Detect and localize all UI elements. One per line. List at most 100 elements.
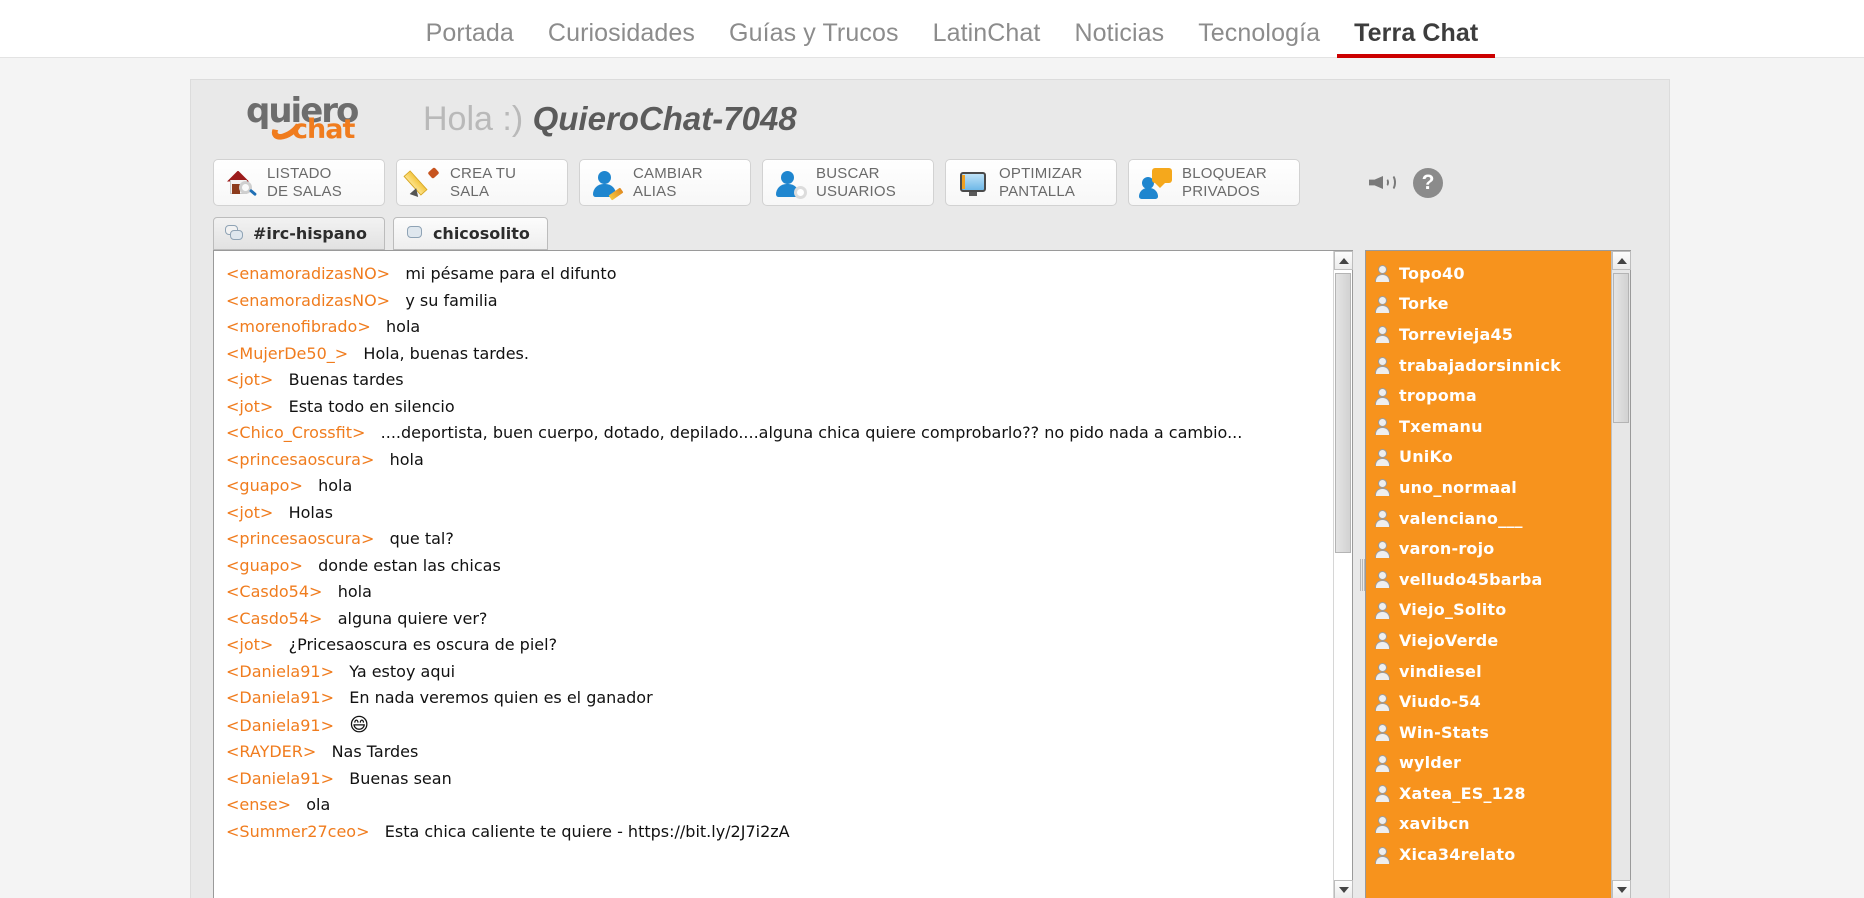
chat-message-nick[interactable]: <morenofibrado>: [226, 317, 371, 336]
user-avatar-icon: [1374, 295, 1391, 313]
nav-item-portada[interactable]: Portada: [409, 21, 531, 58]
user-avatar-icon: [1374, 325, 1391, 344]
user-avatar-icon: [1374, 356, 1391, 375]
user-name: Xatea_ES_128: [1399, 783, 1526, 803]
toolbar-button-listado[interactable]: LISTADO DE SALAS: [213, 159, 385, 206]
toolbar-button-cambiar[interactable]: CAMBIAR ALIAS: [579, 159, 751, 206]
chat-message-nick[interactable]: <jot>: [226, 397, 273, 416]
channel-tab--irc-hispano[interactable]: #irc-hispano: [213, 217, 385, 250]
chat-scrollbar[interactable]: [1333, 251, 1353, 898]
chat-message-nick[interactable]: <jot>: [226, 503, 273, 522]
nav-item-terra-chat[interactable]: Terra Chat: [1337, 21, 1496, 58]
chat-message-nick[interactable]: <guapo>: [226, 476, 303, 495]
chat-message-text: Hola, buenas tardes.: [363, 343, 529, 363]
users-scroll-thumb[interactable]: [1613, 273, 1629, 423]
speaker-icon[interactable]: [1369, 170, 1399, 196]
user-list-item[interactable]: vindiesel: [1374, 656, 1611, 687]
chat-message-nick[interactable]: <enamoradizasNO>: [226, 291, 390, 310]
user-list-item[interactable]: Topo40: [1374, 258, 1611, 289]
toolbar-button-line2: PRIVADOS: [1182, 182, 1261, 200]
user-avatar-icon: [1374, 540, 1391, 558]
nav-item-latinchat[interactable]: LatinChat: [916, 21, 1058, 58]
chat-message-nick[interactable]: <Daniela91>: [226, 769, 334, 788]
channel-tab-chicosolito[interactable]: chicosolito: [392, 217, 548, 250]
user-list-item[interactable]: wylder: [1374, 748, 1611, 779]
chat-message: <Summer27ceo> Esta chica caliente te qui…: [226, 819, 1333, 846]
chat-message-nick[interactable]: <princesaoscura>: [226, 450, 374, 469]
user-list-item[interactable]: Torke: [1374, 289, 1611, 320]
users-scroll-down-button[interactable]: [1612, 880, 1631, 898]
chat-message-nick[interactable]: <princesaoscura>: [226, 529, 374, 548]
user-list-item[interactable]: Xica34relato: [1374, 839, 1611, 870]
user-list-item[interactable]: varon-rojo: [1374, 533, 1611, 564]
toolbar-button-buscar[interactable]: BUSCAR USUARIOS: [762, 159, 934, 206]
chat-message-nick[interactable]: <Daniela91>: [226, 688, 334, 707]
user-name: velludo45barba: [1399, 569, 1543, 589]
user-list-item[interactable]: xavibcn: [1374, 809, 1611, 840]
help-icon[interactable]: ?: [1413, 168, 1443, 198]
chat-message: <guapo> donde estan las chicas: [226, 553, 1333, 580]
toolbar-button-bloquear[interactable]: BLOQUEAR PRIVADOS: [1128, 159, 1300, 206]
quierochat-logo[interactable]: quiero chat: [246, 94, 394, 145]
chat-scroll-down-button[interactable]: [1334, 880, 1353, 898]
user-name: Txemanu: [1399, 416, 1483, 436]
nav-item-curiosidades[interactable]: Curiosidades: [531, 21, 712, 58]
user-list-item[interactable]: Viejo_Solito: [1374, 595, 1611, 626]
user-list-item[interactable]: Viudo-54: [1374, 686, 1611, 717]
chat-message-nick[interactable]: <Daniela91>: [226, 662, 334, 681]
monitor-icon: [956, 166, 990, 200]
user-list-item[interactable]: tropoma: [1374, 380, 1611, 411]
chat-scroll-up-button[interactable]: [1334, 251, 1353, 270]
chat-message: <Daniela91> 😄: [226, 712, 1333, 740]
users-scroll-up-button[interactable]: [1612, 251, 1631, 270]
user-avatar-icon: [1374, 448, 1391, 466]
current-user-nickname: QuieroChat-7048: [532, 100, 797, 137]
chat-message-nick[interactable]: <jot>: [226, 635, 273, 654]
toolbar-button-crea tu[interactable]: CREA TU SALA: [396, 159, 568, 206]
user-list-item[interactable]: Xatea_ES_128: [1374, 778, 1611, 809]
chat-message: <jot> ¿Pricesaoscura es oscura de piel?: [226, 632, 1333, 659]
chat-message-text: hola: [389, 449, 424, 469]
user-list[interactable]: Topo40 Torke Torrevieja45 trabajadorsinnick…: [1366, 251, 1611, 898]
chat-message: <princesaoscura> que tal?: [226, 526, 1333, 553]
user-list-item[interactable]: velludo45barba: [1374, 564, 1611, 595]
two-bubbles-icon: [225, 225, 244, 242]
user-list-item[interactable]: Txemanu: [1374, 411, 1611, 442]
chat-message-nick[interactable]: <MujerDe50_>: [226, 344, 348, 363]
chat-message-log[interactable]: <enamoradizasNO> mi pésame para el difun…: [214, 251, 1333, 898]
user-list-item[interactable]: Win-Stats: [1374, 717, 1611, 748]
chat-message-nick[interactable]: <Daniela91>: [226, 716, 334, 735]
panel-resize-grip[interactable]: [1360, 559, 1365, 591]
chat-message-nick[interactable]: <Casdo54>: [226, 582, 322, 601]
chat-message-text: hola: [337, 582, 372, 601]
user-list-item[interactable]: ViejoVerde: [1374, 625, 1611, 656]
toolbar-button-optimizar[interactable]: OPTIMIZAR PANTALLA: [945, 159, 1117, 206]
chat-message-text: donde estan las chicas: [318, 555, 501, 575]
chat-message-nick[interactable]: <guapo>: [226, 556, 303, 575]
user-list-item[interactable]: UniKo: [1374, 442, 1611, 473]
user-avatar-icon: [1374, 784, 1391, 803]
nav-item-tecnolog-a[interactable]: Tecnología: [1181, 21, 1337, 58]
header-icon-group: ?: [1369, 168, 1443, 198]
chat-message-nick[interactable]: <enamoradizasNO>: [226, 264, 390, 283]
user-list-item[interactable]: Torrevieja45: [1374, 319, 1611, 350]
chat-message-nick[interactable]: <Summer27ceo>: [226, 822, 370, 841]
chat-message-nick[interactable]: <Casdo54>: [226, 609, 322, 628]
nav-item-gu-as-y-trucos[interactable]: Guías y Trucos: [712, 21, 916, 58]
user-list-scrollbar[interactable]: [1611, 251, 1631, 898]
user-list-item[interactable]: trabajadorsinnick: [1374, 350, 1611, 381]
chat-message-nick[interactable]: <ense>: [226, 795, 291, 814]
nav-item-noticias[interactable]: Noticias: [1057, 21, 1181, 58]
top-navigation-bar: Portada Curiosidades Guías y Trucos LatinCh…: [0, 0, 1864, 58]
chat-scroll-thumb[interactable]: [1335, 273, 1351, 553]
user-list-item[interactable]: valenciano___: [1374, 503, 1611, 534]
user-name: Topo40: [1399, 263, 1465, 283]
toolbar-button-line1: OPTIMIZAR: [999, 164, 1083, 182]
user-list-item[interactable]: uno_normaal: [1374, 472, 1611, 503]
user-name: ViejoVerde: [1399, 630, 1499, 650]
toolbar-button-line1: CREA TU: [450, 164, 517, 182]
chat-message-nick[interactable]: <RAYDER>: [226, 742, 316, 761]
chat-message-nick[interactable]: <jot>: [226, 370, 273, 389]
chat-message-nick[interactable]: <Chico_Crossfit>: [226, 423, 365, 442]
toolbar-button-line1: CAMBIAR: [633, 164, 703, 182]
